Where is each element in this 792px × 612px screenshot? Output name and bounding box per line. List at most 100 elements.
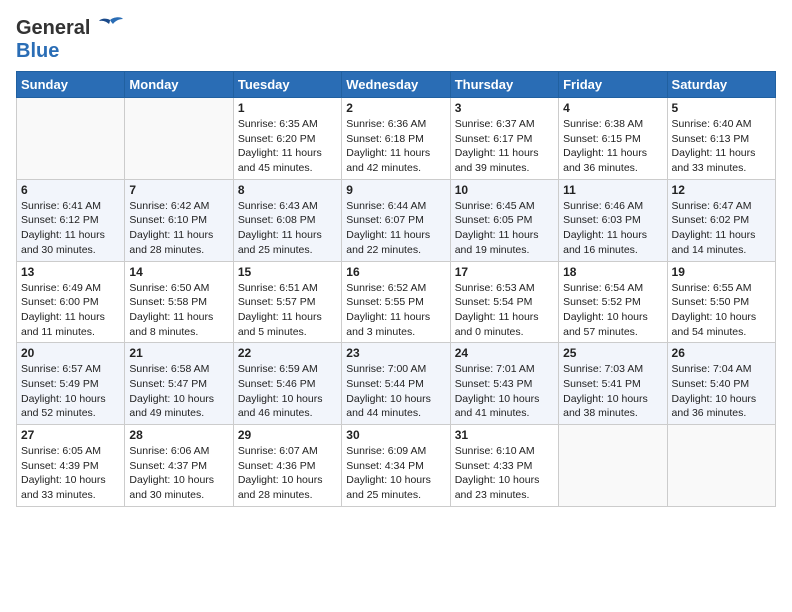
cell-content: Sunrise: 6:47 AMSunset: 6:02 PMDaylight:… (672, 199, 771, 258)
sunset-text: Sunset: 5:54 PM (455, 296, 533, 308)
calendar-cell: 24Sunrise: 7:01 AMSunset: 5:43 PMDayligh… (450, 343, 558, 425)
sunset-text: Sunset: 5:49 PM (21, 378, 99, 390)
calendar-cell: 13Sunrise: 6:49 AMSunset: 6:00 PMDayligh… (17, 261, 125, 343)
cell-content: Sunrise: 6:10 AMSunset: 4:33 PMDaylight:… (455, 444, 554, 503)
calendar-header-thursday: Thursday (450, 72, 558, 98)
calendar-week-row: 6Sunrise: 6:41 AMSunset: 6:12 PMDaylight… (17, 179, 776, 261)
cell-content: Sunrise: 6:50 AMSunset: 5:58 PMDaylight:… (129, 281, 228, 340)
sunrise-text: Sunrise: 6:58 AM (129, 363, 209, 375)
calendar-cell: 10Sunrise: 6:45 AMSunset: 6:05 PMDayligh… (450, 179, 558, 261)
sunrise-text: Sunrise: 6:53 AM (455, 282, 535, 294)
daylight-text: Daylight: 11 hours and 14 minutes. (672, 229, 756, 256)
cell-content: Sunrise: 6:46 AMSunset: 6:03 PMDaylight:… (563, 199, 662, 258)
daylight-text: Daylight: 10 hours and 44 minutes. (346, 393, 431, 420)
logo-general-text: General (16, 17, 90, 40)
sunset-text: Sunset: 6:13 PM (672, 133, 750, 145)
calendar-cell: 16Sunrise: 6:52 AMSunset: 5:55 PMDayligh… (342, 261, 450, 343)
sunset-text: Sunset: 5:52 PM (563, 296, 641, 308)
sunrise-text: Sunrise: 6:45 AM (455, 200, 535, 212)
daylight-text: Daylight: 11 hours and 22 minutes. (346, 229, 430, 256)
cell-content: Sunrise: 6:43 AMSunset: 6:08 PMDaylight:… (238, 199, 337, 258)
day-number: 2 (346, 101, 445, 115)
cell-content: Sunrise: 6:05 AMSunset: 4:39 PMDaylight:… (21, 444, 120, 503)
cell-content: Sunrise: 6:42 AMSunset: 6:10 PMDaylight:… (129, 199, 228, 258)
cell-content: Sunrise: 7:00 AMSunset: 5:44 PMDaylight:… (346, 362, 445, 421)
sunset-text: Sunset: 6:20 PM (238, 133, 316, 145)
day-number: 10 (455, 183, 554, 197)
sunset-text: Sunset: 5:55 PM (346, 296, 424, 308)
calendar-cell: 20Sunrise: 6:57 AMSunset: 5:49 PMDayligh… (17, 343, 125, 425)
daylight-text: Daylight: 11 hours and 16 minutes. (563, 229, 647, 256)
cell-content: Sunrise: 6:51 AMSunset: 5:57 PMDaylight:… (238, 281, 337, 340)
cell-content: Sunrise: 6:44 AMSunset: 6:07 PMDaylight:… (346, 199, 445, 258)
day-number: 31 (455, 428, 554, 442)
day-number: 1 (238, 101, 337, 115)
daylight-text: Daylight: 10 hours and 28 minutes. (238, 474, 323, 501)
day-number: 19 (672, 265, 771, 279)
sunrise-text: Sunrise: 7:01 AM (455, 363, 535, 375)
calendar-cell: 23Sunrise: 7:00 AMSunset: 5:44 PMDayligh… (342, 343, 450, 425)
sunset-text: Sunset: 5:41 PM (563, 378, 641, 390)
sunrise-text: Sunrise: 6:41 AM (21, 200, 101, 212)
day-number: 18 (563, 265, 662, 279)
cell-content: Sunrise: 6:36 AMSunset: 6:18 PMDaylight:… (346, 117, 445, 176)
sunrise-text: Sunrise: 6:59 AM (238, 363, 318, 375)
calendar-cell: 21Sunrise: 6:58 AMSunset: 5:47 PMDayligh… (125, 343, 233, 425)
calendar-header-wednesday: Wednesday (342, 72, 450, 98)
sunrise-text: Sunrise: 6:07 AM (238, 445, 318, 457)
calendar-cell: 22Sunrise: 6:59 AMSunset: 5:46 PMDayligh… (233, 343, 341, 425)
sunset-text: Sunset: 5:40 PM (672, 378, 750, 390)
calendar-cell: 28Sunrise: 6:06 AMSunset: 4:37 PMDayligh… (125, 425, 233, 507)
sunset-text: Sunset: 5:57 PM (238, 296, 316, 308)
day-number: 8 (238, 183, 337, 197)
sunset-text: Sunset: 6:02 PM (672, 214, 750, 226)
sunrise-text: Sunrise: 6:10 AM (455, 445, 535, 457)
sunset-text: Sunset: 5:46 PM (238, 378, 316, 390)
sunrise-text: Sunrise: 6:43 AM (238, 200, 318, 212)
calendar-cell: 1 Sunrise: 6:35 AM Sunset: 6:20 PM Daylight… (233, 98, 341, 180)
calendar-cell: 27 Sunrise: 6:05 AMSunset: 4:39 PMDayligh… (17, 425, 125, 507)
daylight-text: Daylight: 10 hours and 46 minutes. (238, 393, 323, 420)
sunrise-text: Sunrise: 6:35 AM (238, 118, 318, 130)
calendar-cell: 8 Sunrise: 6:43 AMSunset: 6:08 PMDaylight… (233, 179, 341, 261)
daylight-text: Daylight: 10 hours and 52 minutes. (21, 393, 106, 420)
sunset-text: Sunset: 5:50 PM (672, 296, 750, 308)
calendar-cell (125, 98, 233, 180)
daylight-text: Daylight: 10 hours and 41 minutes. (455, 393, 540, 420)
calendar-header-monday: Monday (125, 72, 233, 98)
calendar-cell: 29Sunrise: 6:07 AMSunset: 4:36 PMDayligh… (233, 425, 341, 507)
day-number: 27 (21, 428, 120, 442)
day-number: 25 (563, 346, 662, 360)
calendar-cell: 18 Sunrise: 6:54 AMSunset: 5:52 PMDayligh… (559, 261, 667, 343)
calendar-header-tuesday: Tuesday (233, 72, 341, 98)
daylight-text: Daylight: 10 hours and 25 minutes. (346, 474, 431, 501)
calendar-cell: 31 Sunrise: 6:10 AMSunset: 4:33 PMDayligh… (450, 425, 558, 507)
cell-content: Sunrise: 6:59 AM Sunset: 5:46 PM Daylight:… (238, 362, 337, 421)
daylight-text: Daylight: 11 hours and 45 minutes. (238, 147, 322, 174)
calendar-cell: 14 Sunrise: 6:50 AMSunset: 5:58 PMDayligh… (125, 261, 233, 343)
calendar-cell: 11 Sunrise: 6:46 AMSunset: 6:03 PMDayligh… (559, 179, 667, 261)
cell-content: Sunrise: 6:53 AMSunset: 5:54 PMDaylight:… (455, 281, 554, 340)
day-number: 21 (129, 346, 228, 360)
day-number: 14 (129, 265, 228, 279)
calendar-cell: 19Sunrise: 6:55 AMSunset: 5:50 PMDayligh… (667, 261, 775, 343)
sunrise-text: Sunrise: 6:55 AM (672, 282, 752, 294)
sunrise-text: Sunrise: 6:50 AM (129, 282, 209, 294)
day-number: 3 (455, 101, 554, 115)
cell-content: Sunrise: 6:54 AMSunset: 5:52 PMDaylight:… (563, 281, 662, 340)
day-number: 9 (346, 183, 445, 197)
sunset-text: Sunset: 4:36 PM (238, 460, 316, 472)
sunrise-text: Sunrise: 6:36 AM (346, 118, 426, 130)
calendar-header-saturday: Saturday (667, 72, 775, 98)
sunset-text: Sunset: 6:17 PM (455, 133, 533, 145)
sunrise-text: Sunrise: 7:00 AM (346, 363, 426, 375)
calendar-cell: 7Sunrise: 6:42 AMSunset: 6:10 PMDaylight… (125, 179, 233, 261)
day-number: 26 (672, 346, 771, 360)
sunset-text: Sunset: 4:34 PM (346, 460, 424, 472)
sunset-text: Sunset: 5:47 PM (129, 378, 207, 390)
day-number: 11 (563, 183, 662, 197)
sunset-text: Sunset: 4:37 PM (129, 460, 207, 472)
sunrise-text: Sunrise: 6:40 AM (672, 118, 752, 130)
day-number: 20 (21, 346, 120, 360)
cell-content: Sunrise: 6:41 AMSunset: 6:12 PMDaylight:… (21, 199, 120, 258)
